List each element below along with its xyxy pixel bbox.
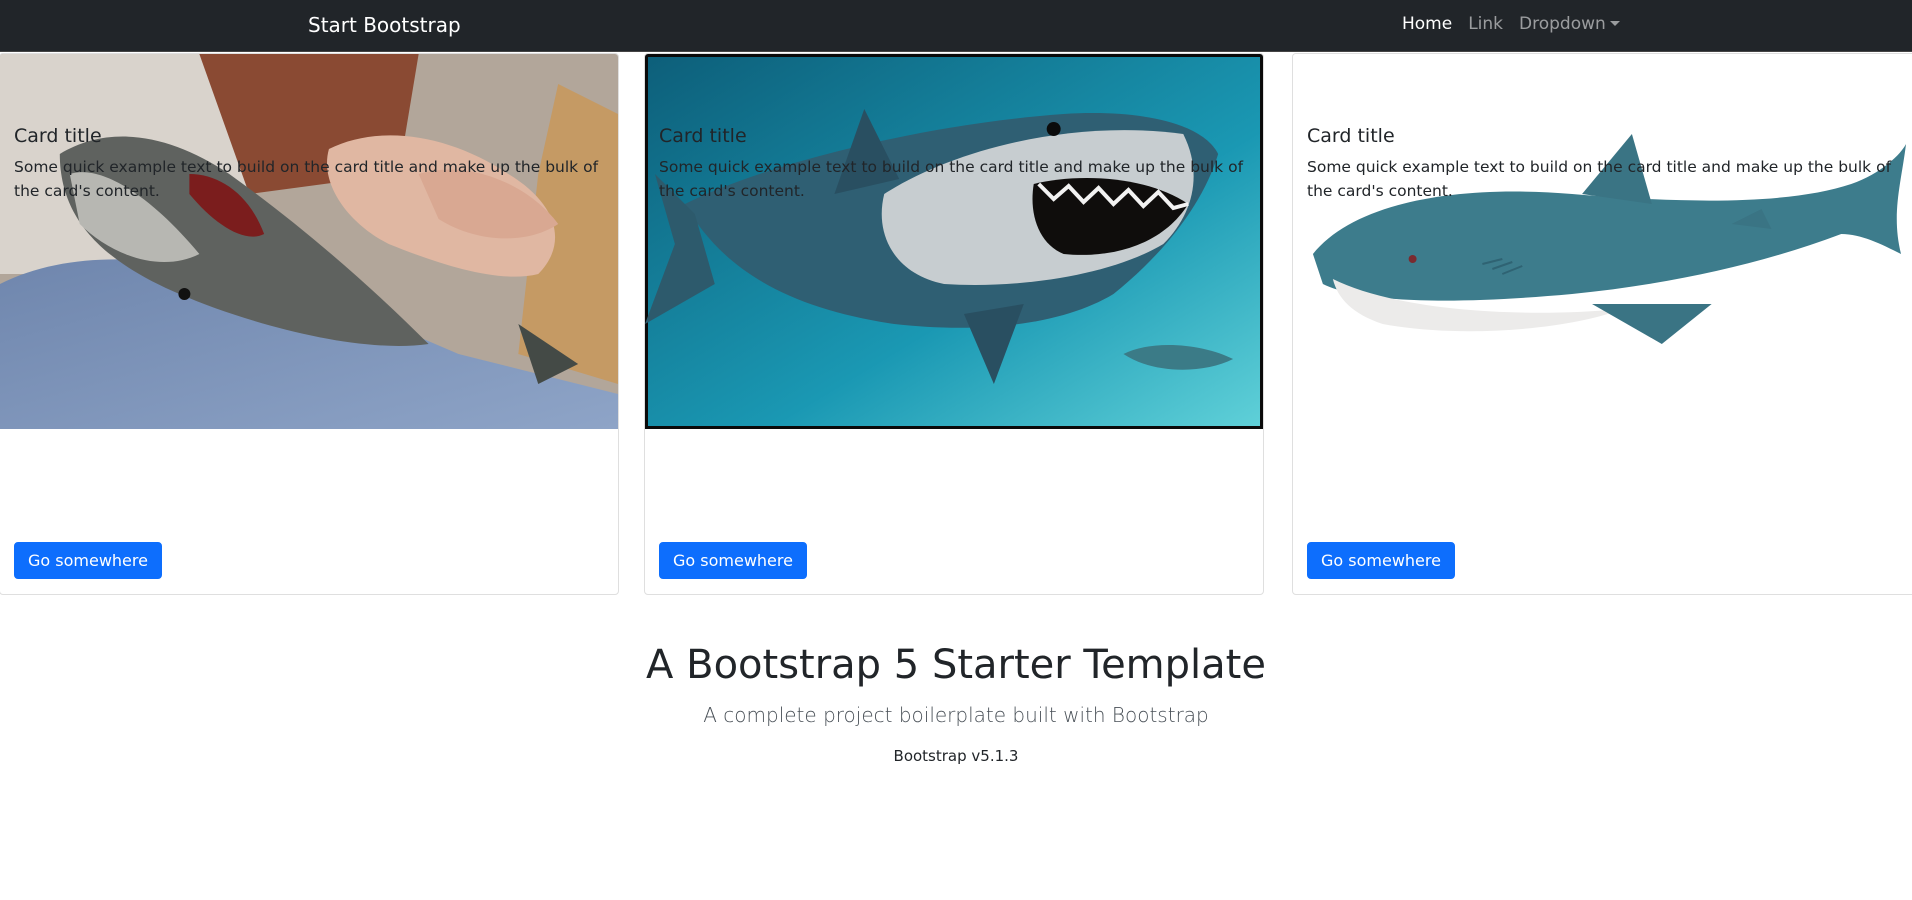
card: Card title Some quick example text to bu… [0, 53, 619, 595]
card: Card title Some quick example text to bu… [644, 53, 1264, 595]
card-title: Card title [1307, 125, 1395, 147]
navbar: Start Bootstrap Home Link Dropdown [0, 0, 1912, 52]
card-row: Card title Some quick example text to bu… [0, 53, 1912, 595]
hero-lead: A complete project boilerplate built wit… [703, 703, 1209, 727]
toy-shark-image [0, 54, 618, 429]
card: Card title Some quick example text to bu… [1292, 53, 1912, 595]
nav-link-home[interactable]: Home [1402, 14, 1452, 34]
chevron-down-icon [1609, 21, 1620, 26]
card-image-plush-shark [1293, 54, 1912, 429]
nav-link-link[interactable]: Link [1468, 14, 1503, 34]
card-text: Some quick example text to build on the … [659, 158, 1244, 200]
version-text: Bootstrap v5.1.3 [893, 747, 1019, 765]
card-title: Card title [14, 125, 102, 147]
go-somewhere-button[interactable]: Go somewhere [14, 542, 162, 579]
nav-links: Home Link Dropdown [1402, 14, 1620, 34]
card-image-great-white-shark [645, 54, 1263, 429]
page-title: A Bootstrap 5 Starter Template [646, 642, 1266, 688]
nav-dropdown-label: Dropdown [1519, 14, 1606, 34]
card-text: Some quick example text to build on the … [1307, 158, 1892, 200]
go-somewhere-button[interactable]: Go somewhere [1307, 542, 1455, 579]
nav-dropdown-toggle[interactable]: Dropdown [1519, 14, 1620, 34]
go-somewhere-button[interactable]: Go somewhere [659, 542, 807, 579]
navbar-brand[interactable]: Start Bootstrap [308, 13, 461, 37]
great-white-shark-image [645, 54, 1263, 429]
card-text: Some quick example text to build on the … [14, 158, 599, 200]
card-title: Card title [659, 125, 747, 147]
plush-shark-image [1293, 54, 1912, 429]
card-image-toy-shark [0, 54, 618, 429]
